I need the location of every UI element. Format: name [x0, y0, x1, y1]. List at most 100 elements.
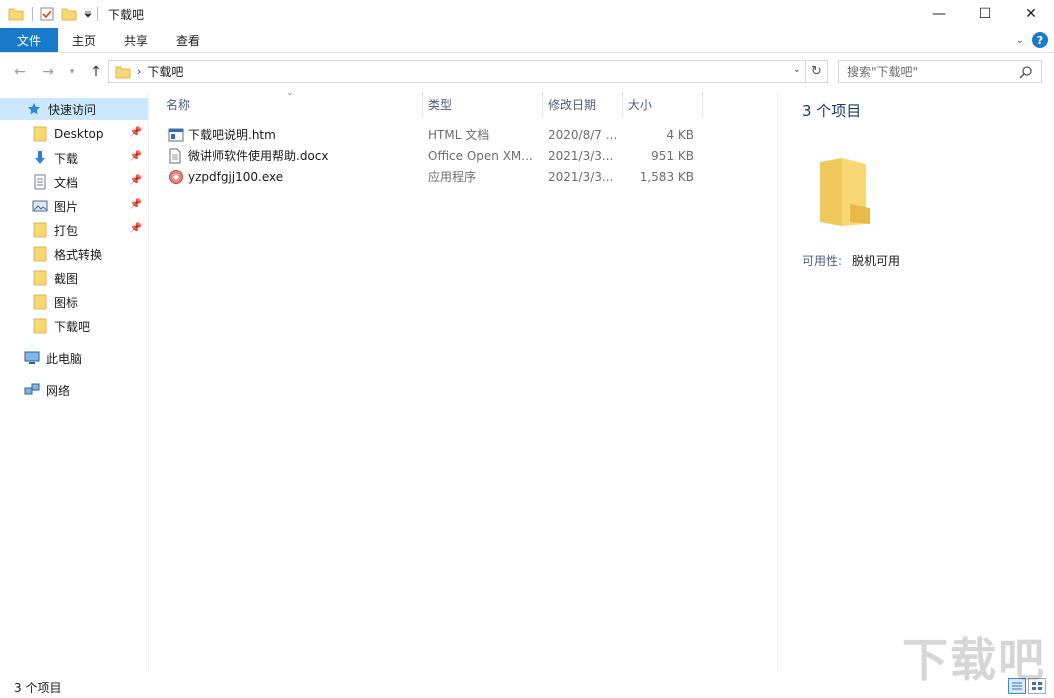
nav-label: 下载: [54, 151, 79, 166]
nav-item-desktop[interactable]: Desktop 📌: [0, 123, 148, 145]
navigation-pane: 快速访问 Desktop 📌 下载 📌 文档 📌 图片 📌 打包 📌 格式转换 …: [0, 92, 148, 672]
tab-home[interactable]: 主页: [58, 28, 110, 52]
expand-ribbon-chevron-icon[interactable]: ⌄: [1016, 35, 1024, 46]
file-row[interactable]: 下载吧说明.htm HTML 文档 2020/8/7 ... 4 KB: [150, 124, 710, 145]
file-size: 951 KB: [651, 148, 694, 163]
nav-label: 格式转换: [54, 247, 103, 262]
refresh-icon[interactable]: ↻: [806, 60, 828, 83]
minimize-button[interactable]: —: [916, 0, 962, 28]
file-type: 应用程序: [428, 170, 477, 184]
status-item-count: 3 个项目: [14, 680, 62, 695]
download-arrow-icon: [32, 150, 48, 166]
nav-label: 网络: [46, 383, 71, 398]
nav-item-screenshots[interactable]: 截图: [0, 267, 148, 289]
nav-item-downloads[interactable]: 下载 📌: [0, 147, 148, 169]
nav-label: 截图: [54, 271, 79, 286]
file-date: 2021/3/3...: [548, 148, 614, 163]
ribbon-right: ⌄ ?: [1016, 32, 1048, 48]
folder-icon: [32, 270, 48, 286]
computer-icon: [24, 350, 40, 366]
search-input[interactable]: 搜索"下载吧": [838, 60, 1042, 83]
file-size: 1,583 KB: [639, 169, 694, 184]
nav-label: 此电脑: [46, 351, 83, 366]
breadcrumb-item[interactable]: 下载吧: [147, 63, 183, 80]
back-arrow-icon[interactable]: ←: [10, 62, 30, 82]
tab-view[interactable]: 查看: [162, 28, 214, 52]
file-date: 2021/3/3...: [548, 169, 614, 184]
column-divider[interactable]: [702, 92, 703, 118]
properties-icon[interactable]: [39, 6, 55, 22]
tab-share[interactable]: 共享: [110, 28, 162, 52]
forward-arrow-icon[interactable]: →: [38, 62, 58, 82]
column-header-type[interactable]: 类型: [422, 92, 542, 116]
folder-icon: [115, 64, 131, 80]
folder-icon: [32, 222, 48, 238]
large-folder-icon: [814, 152, 874, 235]
watermark-logo: 下载吧: [902, 633, 1046, 687]
ribbon-tabs: 文件 主页 共享 查看 ⌄ ?: [0, 28, 1054, 53]
window-title: 下载吧: [108, 7, 145, 22]
html-file-icon: [168, 124, 184, 145]
network-icon: [24, 382, 40, 398]
nav-label: Desktop: [54, 127, 104, 141]
pin-icon[interactable]: 📌: [130, 199, 142, 210]
pin-icon[interactable]: 📌: [130, 127, 142, 138]
pin-icon[interactable]: 📌: [130, 151, 142, 162]
pin-icon[interactable]: 📌: [130, 175, 142, 186]
close-button[interactable]: ✕: [1008, 0, 1054, 28]
nav-label: 图片: [54, 199, 79, 214]
nav-label: 文档: [54, 175, 79, 190]
file-row[interactable]: yzpdfgjj100.exe 应用程序 2021/3/3... 1,583 K…: [150, 166, 710, 187]
column-header-date[interactable]: 修改日期: [542, 92, 622, 116]
maximize-button[interactable]: ☐: [962, 0, 1008, 28]
search-icon[interactable]: [1019, 65, 1033, 82]
toolbar-divider: [97, 7, 98, 21]
column-header-size[interactable]: 大小: [622, 92, 702, 116]
exe-file-icon: [168, 166, 184, 187]
nav-network[interactable]: 网络: [0, 379, 148, 401]
file-name: 下载吧说明.htm: [188, 128, 276, 142]
file-row[interactable]: 微讲师软件使用帮助.docx Office Open XM... 2021/3/…: [150, 145, 710, 166]
title-bar: 下载吧 — ☐ ✕: [0, 0, 1054, 28]
folder-icon: [32, 126, 48, 142]
address-dropdown-icon[interactable]: ⌄: [793, 64, 801, 75]
file-name: 微讲师软件使用帮助.docx: [188, 149, 329, 163]
up-arrow-icon[interactable]: ↑: [86, 62, 106, 82]
pin-icon[interactable]: 📌: [130, 223, 142, 234]
nav-item-package[interactable]: 打包 📌: [0, 219, 148, 241]
customize-toolbar-icon[interactable]: [83, 6, 93, 22]
breadcrumb-chevron-icon[interactable]: ›: [137, 65, 141, 78]
availability-label: 可用性:: [802, 254, 843, 268]
nav-label: 快速访问: [48, 102, 97, 117]
column-header-name[interactable]: 名称: [160, 92, 422, 116]
nav-label: 打包: [54, 223, 79, 238]
address-bar[interactable]: › 下载吧 ⌄: [108, 60, 806, 83]
nav-quick-access[interactable]: 快速访问: [0, 98, 148, 120]
folder-icon: [8, 6, 24, 22]
file-size: 4 KB: [666, 127, 694, 142]
folder-icon: [32, 294, 48, 310]
new-folder-icon[interactable]: [61, 6, 77, 22]
toolbar-divider: [32, 7, 33, 21]
status-bar: 3 个项目: [0, 676, 1054, 698]
nav-item-documents[interactable]: 文档 📌: [0, 171, 148, 193]
nav-label: 下载吧: [54, 319, 91, 334]
star-icon: [26, 101, 42, 117]
folder-icon: [32, 318, 48, 334]
recent-locations-chevron-icon[interactable]: ▾: [62, 62, 82, 82]
help-icon[interactable]: ?: [1032, 32, 1048, 48]
tab-file[interactable]: 文件: [0, 28, 58, 52]
docx-file-icon: [168, 145, 184, 166]
file-type: HTML 文档: [428, 128, 490, 142]
picture-icon: [32, 198, 48, 214]
document-icon: [32, 174, 48, 190]
item-count-heading: 3 个项目: [802, 102, 862, 120]
file-list: ⌄ 名称 类型 修改日期 大小 下载吧说明.htm HTML 文档 2020/8…: [150, 88, 776, 672]
nav-item-pictures[interactable]: 图片 📌: [0, 195, 148, 217]
file-type: Office Open XM...: [428, 148, 533, 163]
nav-this-pc[interactable]: 此电脑: [0, 347, 148, 369]
nav-item-icons[interactable]: 图标: [0, 291, 148, 313]
nav-item-format-convert[interactable]: 格式转换: [0, 243, 148, 265]
folder-icon: [32, 246, 48, 262]
nav-item-xiazaiba[interactable]: 下载吧: [0, 315, 148, 337]
